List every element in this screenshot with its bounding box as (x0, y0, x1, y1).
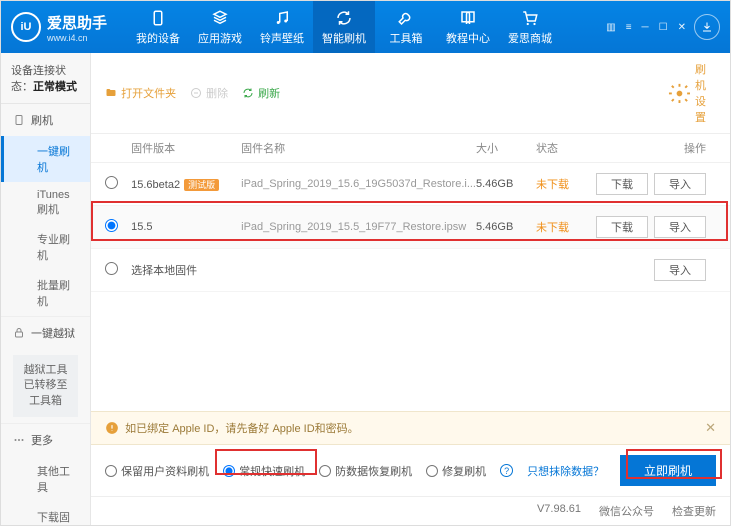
maximize-icon[interactable]: ☐ (659, 22, 668, 33)
sidebar-header-more[interactable]: 更多 (1, 424, 90, 456)
flash-icon (13, 114, 25, 126)
row-radio[interactable] (105, 219, 118, 232)
warning-banner: 如已绑定 Apple ID，请先备好 Apple ID和密码。 ✕ (91, 411, 730, 445)
opt-repair[interactable]: 修复刷机 (426, 463, 486, 479)
list-icon[interactable]: ≡ (626, 22, 632, 33)
sidebar-item-3[interactable]: 批量刷机 (1, 270, 90, 316)
sidebar-item-2[interactable]: 专业刷机 (1, 224, 90, 270)
firmware-row[interactable]: 15.6beta2测试版iPad_Spring_2019_15.6_19G503… (91, 163, 730, 206)
folder-icon (105, 87, 117, 99)
brand-name: 爱思助手 (47, 12, 107, 33)
cart-icon (521, 9, 539, 27)
jailbreak-note: 越狱工具已转移至工具箱 (13, 355, 78, 417)
gear-icon (668, 82, 691, 105)
import-button[interactable]: 导入 (654, 216, 706, 238)
local-firmware-row[interactable]: 选择本地固件导入 (91, 249, 730, 292)
download-button[interactable] (694, 14, 720, 40)
nav-tab-3[interactable]: 智能刷机 (313, 1, 375, 53)
sidebar-item-0[interactable]: 一键刷机 (1, 136, 90, 182)
toolbar: 打开文件夹 删除 刷新 刷机设置 (91, 53, 730, 134)
sidebar-more-1[interactable]: 下载固件 (1, 502, 90, 525)
delete-icon (190, 87, 202, 99)
close-icon[interactable]: ✕ (678, 22, 686, 33)
nav-tab-1[interactable]: 应用游戏 (189, 1, 251, 53)
brand-url: www.i4.cn (47, 33, 107, 43)
import-button[interactable]: 导入 (654, 173, 706, 195)
nav-tab-0[interactable]: 我的设备 (127, 1, 189, 53)
refresh-button[interactable]: 刷新 (242, 85, 280, 101)
sidebar-item-1[interactable]: iTunes刷机 (1, 182, 90, 224)
flash-now-button[interactable]: 立即刷机 (620, 455, 716, 486)
refresh-icon (242, 87, 254, 99)
music-icon (273, 9, 291, 27)
window-controls: ▥ ≡ ─ ☐ ✕ (606, 22, 686, 33)
statusbar: V7.98.61 微信公众号 检查更新 (91, 496, 730, 525)
book-icon (459, 9, 477, 27)
sidebar-header-jailbreak[interactable]: 一键越狱 (1, 317, 90, 349)
import-button[interactable]: 导入 (654, 259, 706, 281)
wechat-link[interactable]: 微信公众号 (599, 503, 654, 519)
sidebar-more-0[interactable]: 其他工具 (1, 456, 90, 502)
opt-anti-recover[interactable]: 防数据恢复刷机 (319, 463, 412, 479)
flash-settings-button[interactable]: 刷机设置 (668, 61, 716, 125)
nav-tab-6[interactable]: 爱思商城 (499, 1, 561, 53)
menu-icon[interactable]: ▥ (606, 22, 615, 33)
delete-button[interactable]: 删除 (190, 85, 228, 101)
nav-tab-4[interactable]: 工具箱 (375, 1, 437, 53)
logo-icon: iU (11, 12, 41, 42)
sidebar-header-flash[interactable]: 刷机 (1, 104, 90, 136)
download-button[interactable]: 下载 (596, 173, 648, 195)
nav-tab-2[interactable]: 铃声壁纸 (251, 1, 313, 53)
phone-icon (149, 9, 167, 27)
sidebar: 设备连接状态：正常模式 刷机 一键刷机iTunes刷机专业刷机批量刷机 一键越狱… (1, 53, 91, 525)
open-folder-button[interactable]: 打开文件夹 (105, 85, 176, 101)
version-label: V7.98.61 (537, 503, 581, 519)
opt-quick-flash[interactable]: 常规快速刷机 (223, 463, 305, 479)
opt-keep-data[interactable]: 保留用户资料刷机 (105, 463, 209, 479)
warning-icon (105, 421, 119, 435)
main-panel: 打开文件夹 删除 刷新 刷机设置 固件版本 固件名称 大小 状态 操作 15.6… (91, 53, 730, 525)
nav-tab-5[interactable]: 教程中心 (437, 1, 499, 53)
close-warning-button[interactable]: ✕ (705, 420, 716, 436)
row-radio[interactable] (105, 262, 118, 275)
check-update-link[interactable]: 检查更新 (672, 503, 716, 519)
erase-link[interactable]: 只想抹除数据？ (527, 463, 604, 479)
minimize-icon[interactable]: ─ (642, 22, 649, 33)
titlebar: iU 爱思助手 www.i4.cn 我的设备应用游戏铃声壁纸智能刷机工具箱教程中… (1, 1, 730, 53)
table-header: 固件版本 固件名称 大小 状态 操作 (91, 134, 730, 163)
flash-options: 保留用户资料刷机 常规快速刷机 防数据恢复刷机 修复刷机 ? 只想抹除数据？ 立… (91, 445, 730, 496)
connection-state: 设备连接状态：正常模式 (1, 53, 90, 104)
tools-icon (397, 9, 415, 27)
lock-icon (13, 327, 25, 339)
more-icon (13, 434, 25, 446)
row-radio[interactable] (105, 176, 118, 189)
download-button[interactable]: 下载 (596, 216, 648, 238)
info-icon[interactable]: ? (500, 464, 513, 477)
app-icon (211, 9, 229, 27)
firmware-row[interactable]: 15.5iPad_Spring_2019_15.5_19F77_Restore.… (91, 206, 730, 249)
refresh-icon (335, 9, 353, 27)
